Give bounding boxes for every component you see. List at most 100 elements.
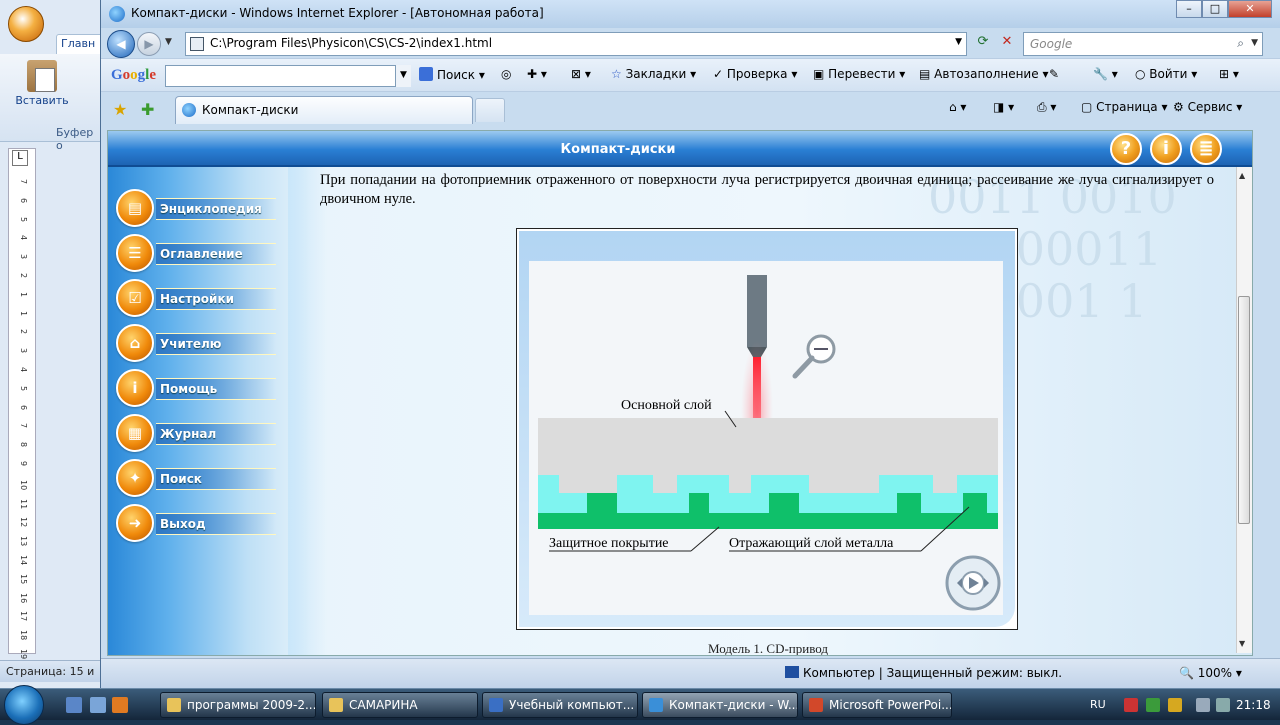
zoom-out-icon[interactable] [792,334,836,379]
word-tab-home[interactable]: Главн [56,34,104,54]
start-button[interactable] [4,685,44,725]
address-bar[interactable]: C:\Program Files\Physicon\CS\CS-2\index1… [185,32,967,56]
wrench-icon[interactable]: 🔧 ▾ [1093,67,1118,81]
ruler-number: 14 [19,555,28,566]
add-favorite-icon[interactable]: ✚ [141,100,154,119]
search-input[interactable]: Google ⌕ ▼ [1023,32,1263,56]
switch-windows-icon[interactable] [90,697,106,713]
search-dropdown-icon[interactable]: ▼ [1251,38,1258,48]
ruler-number: 16 [19,592,28,603]
page-menu[interactable]: ▢ Страница ▾ [1081,100,1168,114]
menu-label: Помощь [156,378,276,400]
connection-icon[interactable] [1216,698,1230,712]
menu-item-8[interactable]: ➜ Выход [116,504,316,544]
security-zone-label: Компьютер | Защищенный режим: выкл. [803,666,1063,680]
google-g-icon [419,67,433,81]
ruler-number: 6 [19,404,28,410]
language-indicator[interactable]: RU [1090,698,1106,711]
new-tab-button[interactable] [475,98,505,122]
scroll-down-icon[interactable]: ▼ [1239,639,1245,648]
scroll-up-icon[interactable]: ▲ [1239,171,1245,180]
print-icon[interactable]: ⎙ ▾ [1037,100,1056,115]
clock[interactable]: 21:18 [1236,698,1271,712]
tab-selector[interactable]: L [12,150,28,166]
popup-blocker-icon[interactable]: ⊠ ▾ [571,67,591,81]
close-button[interactable]: ✕ [1228,0,1272,18]
home-icon[interactable]: ⌂ ▾ [949,100,966,114]
stop-icon[interactable]: ✕ [997,34,1017,54]
menu-label: Энциклопедия [156,198,276,220]
menu-item-3[interactable]: ☑ Настройки [116,279,316,319]
paste-button[interactable]: Вставить [14,60,70,118]
ruler-number: 5 [19,385,28,391]
play-control-button[interactable] [945,555,1001,611]
leader-protective [690,526,720,552]
login-button[interactable]: ○ Войти ▾ [1135,67,1197,81]
ruler-number: 18 [19,630,28,641]
google-search-input[interactable] [165,65,411,87]
antivirus-icon[interactable] [1124,698,1138,712]
page-menu-label: Страница [1096,100,1158,114]
app-header: Компакт-диски ? i ≣ [108,131,1252,167]
back-button[interactable]: ◀ [107,30,135,58]
help-button[interactable]: ? [1110,133,1142,165]
menu-item-2[interactable]: ☰ Оглавление [116,234,316,274]
taskbar-button-3[interactable]: Учебный компьют... [482,692,638,718]
contents-button[interactable]: ≣ [1190,133,1222,165]
figure-caption: Модель 1. CD-привод [708,641,829,656]
volume-icon[interactable] [1196,698,1210,712]
translate-button[interactable]: ▣ Перевести ▾ [813,67,905,81]
ruler-number: 6 [19,197,28,203]
taskbar-button-4[interactable]: Компакт-диски - W... [642,692,798,718]
menu-item-7[interactable]: ✦ Поиск [116,459,316,499]
google-add-icon[interactable]: ✚ ▾ [527,67,547,81]
updates-tray-icon[interactable] [1168,698,1182,712]
cd-drive-model: Основной слой Защитное покрытие Отражающ… [516,228,1018,630]
menu-item-5[interactable]: i Помощь [116,369,316,409]
show-desktop-icon[interactable] [66,697,82,713]
scrollbar-thumb[interactable] [1238,296,1250,524]
search-icon[interactable]: ⌕ [1237,36,1244,51]
list-icon: ≣ [1198,138,1214,159]
history-dropdown-icon[interactable]: ▼ [165,37,172,47]
info-button[interactable]: i [1150,133,1182,165]
minimize-button[interactable]: – [1176,0,1202,18]
clipboard-group-label: Буфер о [56,126,94,152]
google-spiral-icon[interactable]: ◎ [501,67,511,81]
media-player-icon[interactable] [112,697,128,713]
address-dropdown-icon[interactable]: ▼ [955,37,962,47]
menu-label: Выход [156,513,276,535]
tab-compact-discs[interactable]: Компакт-диски [175,96,473,124]
highlighter-icon[interactable]: ✎ [1049,67,1059,81]
network-tray-icon[interactable] [1146,698,1160,712]
maximize-button[interactable]: □ [1202,0,1228,18]
paste-label: Вставить [15,94,69,107]
google-search-button[interactable]: Поиск ▾ [419,67,485,82]
google-dropdown-icon[interactable]: ▼ [395,65,411,87]
menu-item-4[interactable]: ⌂ Учителю [116,324,316,364]
office-button[interactable] [8,6,44,42]
favorites-star-icon[interactable]: ★ [113,100,127,119]
ruler-number: 1 [19,310,28,316]
ruler-number: 11 [19,498,28,509]
menu-item-1[interactable]: ▤ Энциклопедия [116,189,316,229]
bookmarks-button[interactable]: ☆ Закладки ▾ [611,67,696,81]
menu-label: Настройки [156,288,276,310]
spellcheck-button[interactable]: ✓ Проверка ▾ [713,67,797,81]
service-menu[interactable]: ⚙ Сервис ▾ [1173,100,1242,114]
toolbar-options-icon[interactable]: ⊞ ▾ [1219,67,1239,81]
taskbar-button-1[interactable]: программы 2009-2... [160,692,316,718]
refresh-icon[interactable]: ⟳ [973,34,993,54]
ruler-number: 4 [19,235,28,241]
zoom-level[interactable]: 🔍 100% ▾ [1179,666,1242,680]
menu-label: Учителю [156,333,276,355]
autofill-button[interactable]: ▤ Автозаполнение ▾ [919,67,1048,81]
taskbar-button-5[interactable]: Microsoft PowerPoi... [802,692,952,718]
taskbar-button-label: программы 2009-2... [187,698,316,712]
menu-item-6[interactable]: ▦ Журнал [116,414,316,454]
feeds-icon[interactable]: ◨ ▾ [993,100,1014,114]
forward-button[interactable]: ▶ [137,32,161,56]
security-zone[interactable]: Компьютер | Защищенный режим: выкл. [785,666,1062,680]
ruler-number: 3 [19,348,28,354]
taskbar-button-2[interactable]: САМАРИНА [322,692,478,718]
